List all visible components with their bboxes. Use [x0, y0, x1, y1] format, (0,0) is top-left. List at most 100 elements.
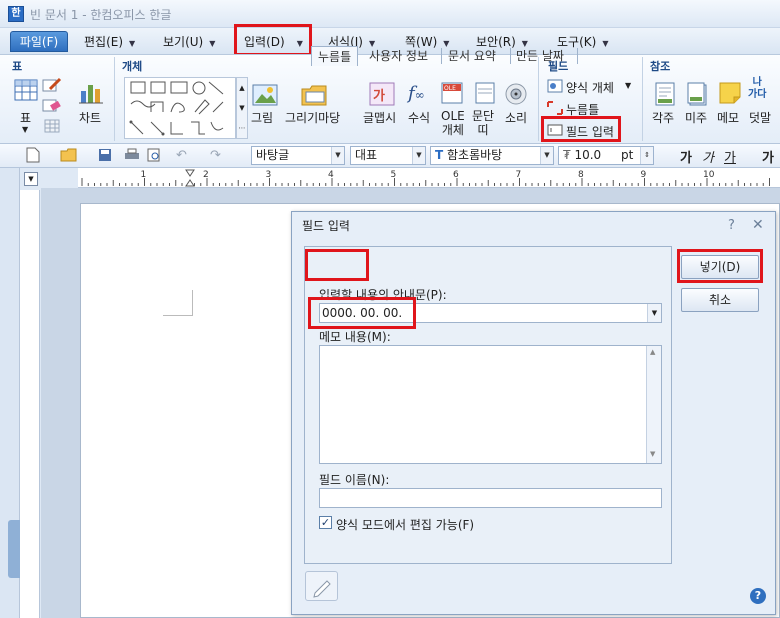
open-folder-icon[interactable]: [60, 148, 78, 165]
table-icon[interactable]: [14, 79, 38, 104]
menu-view-label: 보기(U): [163, 35, 204, 49]
window-title: 빈 문서 1 - 한컴오피스 한글: [30, 8, 172, 22]
underline-button[interactable]: 가: [724, 147, 736, 166]
tab-click-here[interactable]: 누름틀: [311, 46, 359, 66]
form-object-label[interactable]: 양식 개체: [566, 79, 614, 96]
footnote-icon[interactable]: [654, 81, 676, 110]
editable-in-form-label: 양식 모드에서 편집 가능(F): [336, 518, 475, 532]
eraser-table-icon[interactable]: [42, 97, 62, 116]
more-format-button[interactable]: 가: [762, 147, 774, 166]
grid-table-icon[interactable]: [44, 119, 60, 136]
margin-corner-marker: [163, 290, 193, 316]
drawing-mart-icon[interactable]: [300, 81, 328, 110]
horizontal-ruler[interactable]: 1 2 3 4 5 6 7 8 9 10: [78, 168, 780, 188]
pencil-table-icon[interactable]: [42, 77, 62, 96]
formula-icon[interactable]: f∞: [408, 83, 425, 104]
save-icon[interactable]: [98, 148, 112, 165]
language-select[interactable]: 대표 ▼: [350, 146, 426, 165]
help-icon[interactable]: ?: [728, 218, 735, 233]
undo-icon[interactable]: ↶: [176, 148, 187, 163]
font-type-icon: T: [435, 148, 444, 162]
ole-icon[interactable]: OLE: [440, 81, 464, 108]
sound-icon[interactable]: [504, 83, 528, 108]
font-value: 함초롬바탕: [447, 148, 503, 162]
guide-text-value: 0000. 00. 00.: [322, 306, 403, 320]
panel-toggle-handle[interactable]: [8, 520, 20, 578]
ruler-corner-toggle[interactable]: ▼: [24, 172, 38, 186]
print-preview-icon[interactable]: [146, 148, 162, 165]
indent-marker[interactable]: [185, 169, 195, 187]
insert-button[interactable]: 넣기(D): [681, 255, 759, 279]
print-icon[interactable]: [124, 148, 140, 165]
table-dropdown-icon[interactable]: ▼: [22, 125, 28, 134]
menu-insert[interactable]: 입력(D) ▼: [244, 32, 303, 52]
help-circle-icon[interactable]: ?: [750, 588, 766, 604]
field-name-input[interactable]: [319, 488, 662, 508]
italic-button[interactable]: 가: [702, 147, 714, 166]
tab-user-info[interactable]: 사용자 정보: [369, 46, 428, 66]
footnote-label: 각주: [652, 111, 675, 125]
memo-scrollbar[interactable]: ▲ ▼: [646, 346, 661, 463]
group-title-table: 표: [12, 60, 23, 73]
svg-text:가: 가: [373, 89, 385, 104]
font-select[interactable]: T 함초롬바탕 ▼: [430, 146, 554, 165]
dialog-title: 필드 입력: [302, 219, 350, 233]
ruler-tick-label: 3: [266, 170, 272, 180]
chevron-down-icon: ▼: [331, 147, 344, 164]
endnote-icon[interactable]: [686, 81, 708, 110]
menu-file[interactable]: 파일(F): [10, 31, 68, 52]
tab-document-summary[interactable]: 문서 요약: [448, 46, 496, 66]
scroll-down-icon[interactable]: ▼: [650, 450, 655, 458]
click-here-label[interactable]: 누름틀: [566, 101, 599, 118]
scroll-up-icon[interactable]: ▲: [650, 348, 655, 356]
chevron-down-icon: ▼: [412, 147, 425, 164]
picture-icon[interactable]: [252, 83, 278, 110]
ruby-icon[interactable]: 나 가다: [748, 77, 766, 101]
glyph-art-icon[interactable]: 가: [368, 81, 396, 110]
shapes-gallery[interactable]: [124, 77, 236, 139]
font-size-input[interactable]: ₮ 10.0 pt ⇕: [558, 146, 654, 165]
guide-text-combobox[interactable]: 0000. 00. 00. ▼: [319, 303, 662, 323]
ruler-tick-label: 7: [516, 170, 522, 180]
tab-created-date[interactable]: 만든 날짜: [516, 46, 564, 66]
menu-edit[interactable]: 편집(E) ▼: [84, 32, 135, 52]
field-name-label: 필드 이름(N):: [319, 473, 390, 487]
edit-button[interactable]: [305, 571, 338, 601]
shapes-scroll[interactable]: ▲ ▼ ⋯: [236, 77, 248, 139]
ribbon: 표 개체 필드 참조 표 ▼ 차트 ▲ ▼ ⋯ 그림 그리기마당 가 글맵시 f…: [0, 54, 780, 144]
chevron-down-icon[interactable]: ▼: [647, 304, 661, 322]
font-size-unit: pt: [621, 148, 634, 162]
redo-icon[interactable]: ↷: [210, 148, 221, 163]
menu-insert-label: 입력(D): [244, 35, 285, 49]
new-document-icon[interactable]: [26, 147, 40, 166]
ruler-tick-label: 6: [453, 170, 459, 180]
dropdown-icon: ▼: [296, 39, 303, 48]
paragraph-band-icon[interactable]: [474, 81, 496, 108]
click-here-icon[interactable]: [547, 101, 563, 118]
spin-icon: ⇕: [640, 147, 653, 164]
divider: [538, 57, 539, 141]
field-input-label[interactable]: 필드 입력: [566, 123, 614, 140]
hwp-app-icon[interactable]: 한: [8, 6, 24, 22]
menu-file-label: 파일(F): [19, 35, 59, 49]
style-select[interactable]: 바탕글 ▼: [251, 146, 345, 165]
style-value: 바탕글: [256, 148, 290, 162]
menu-tools[interactable]: 도구(K) ▼: [557, 32, 608, 52]
bold-button[interactable]: 가: [680, 147, 692, 166]
vertical-ruler[interactable]: [20, 190, 40, 618]
editable-in-form-checkbox[interactable]: ✓: [319, 516, 332, 529]
chart-icon[interactable]: [78, 81, 104, 108]
field-input-icon[interactable]: [547, 123, 563, 140]
formula-label: 수식: [408, 111, 431, 125]
ruler-tick-label: 8: [578, 170, 584, 180]
close-icon[interactable]: ✕: [752, 217, 764, 233]
form-object-icon[interactable]: [547, 79, 563, 96]
form-object-dropdown-icon[interactable]: ▼: [625, 81, 631, 90]
ruler-tick-label: 9: [641, 170, 647, 180]
memo-content-textarea[interactable]: ▲ ▼: [319, 345, 662, 464]
menu-view[interactable]: 보기(U) ▼: [163, 32, 215, 52]
ruler-tick-label: 1: [141, 170, 147, 180]
memo-icon[interactable]: [718, 81, 742, 108]
cancel-button[interactable]: 취소: [681, 288, 759, 312]
picture-label: 그림: [251, 111, 274, 125]
